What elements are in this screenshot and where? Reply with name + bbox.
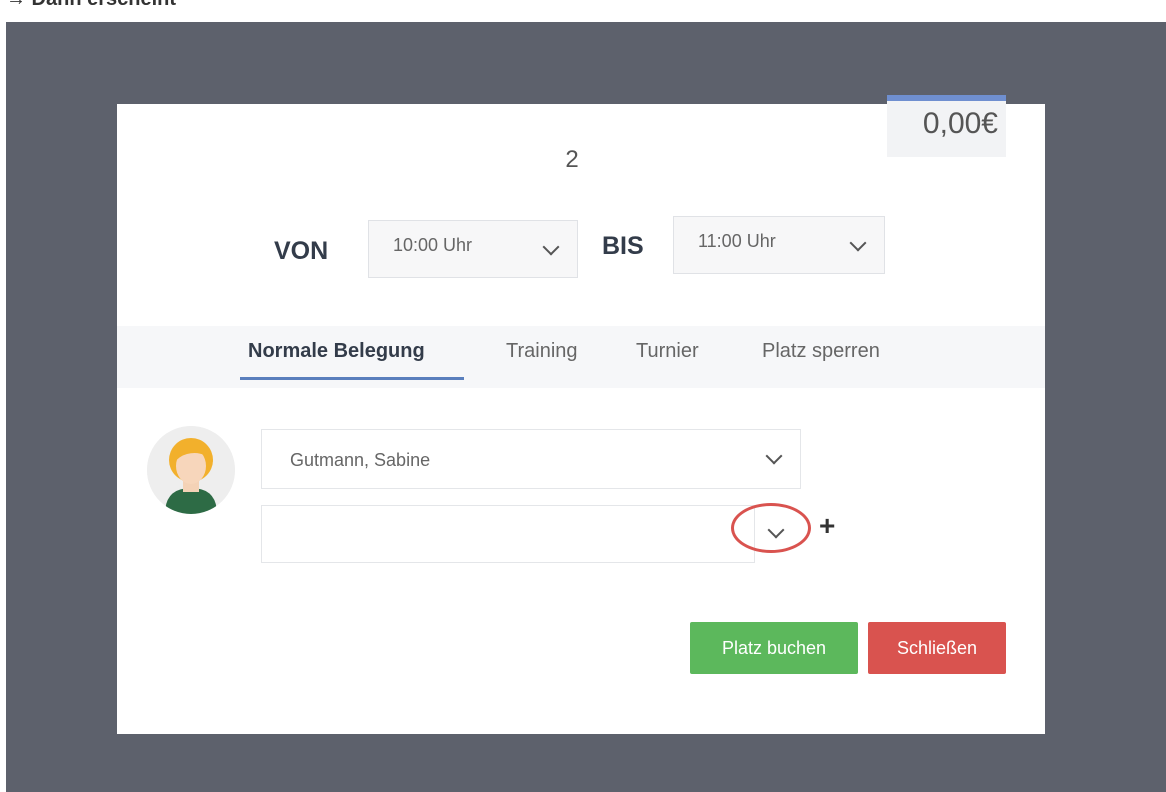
from-time-value: 10:00 Uhr: [393, 235, 473, 255]
price-display: 0,00€: [887, 95, 1006, 157]
player-1-value: Gutmann, Sabine: [290, 450, 431, 470]
from-time-select[interactable]: 10:00 Uhr: [368, 220, 578, 278]
to-time-value: 11:00 Uhr: [698, 231, 776, 251]
to-label: BIS: [602, 232, 644, 260]
court-number: 2: [565, 146, 579, 173]
top-caption-strip: → Dann erscheint: [0, 0, 1166, 22]
tab-turnier[interactable]: Turnier: [636, 340, 699, 363]
player-2-select[interactable]: [261, 505, 785, 563]
chevron-down-icon: [542, 238, 560, 256]
to-time-select[interactable]: 11:00 Uhr: [673, 216, 885, 274]
tab-training[interactable]: Training: [506, 340, 578, 363]
active-tab-indicator: [240, 377, 464, 380]
close-button[interactable]: Schließen: [868, 622, 1006, 674]
highlight-circle: [731, 503, 811, 553]
tab-normale-belegung[interactable]: Normale Belegung: [248, 340, 425, 363]
from-label: VON: [274, 237, 329, 265]
book-court-button[interactable]: Platz buchen: [690, 622, 858, 674]
plus-icon[interactable]: +: [819, 512, 835, 540]
avatar-icon: [147, 426, 235, 514]
price-value: 0,00€: [922, 107, 998, 140]
tab-platz-sperren[interactable]: Platz sperren: [762, 340, 880, 363]
player-1-select[interactable]: Gutmann, Sabine: [261, 429, 801, 489]
chevron-down-icon: [849, 234, 867, 252]
chevron-down-icon: [765, 447, 783, 465]
booking-modal: 0,00€ 2 VON 10:00 Uhr BIS 11:00 Uhr Norm…: [117, 95, 1045, 734]
top-caption: → Dann erscheint: [6, 0, 176, 11]
